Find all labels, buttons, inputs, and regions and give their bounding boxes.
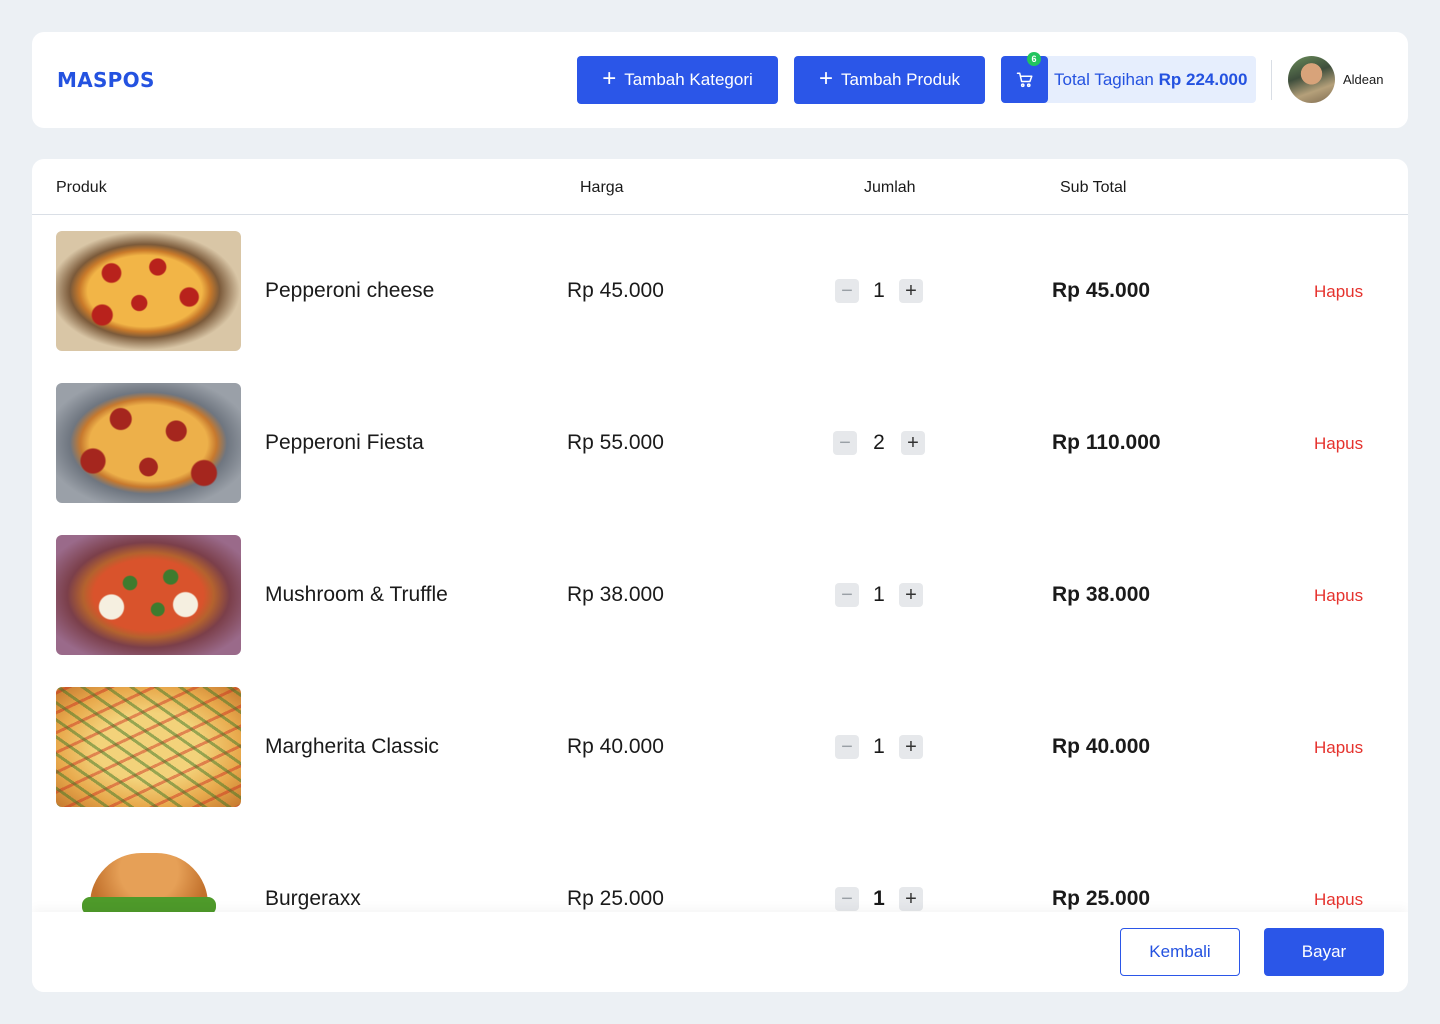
product-name: Mushroom & Truffle [265, 583, 448, 606]
table-footer: Kembali Bayar [32, 912, 1408, 992]
product-image [56, 231, 241, 351]
total-bill-amount: Rp 224.000 [1158, 69, 1248, 89]
remove-item-button[interactable]: Hapus [1314, 890, 1363, 910]
minus-icon: − [841, 280, 853, 302]
quantity-value: 2 [873, 431, 885, 454]
increment-button[interactable]: + [899, 583, 923, 607]
row-subtotal: Rp 40.000 [1052, 735, 1151, 758]
column-header-produk: Produk [56, 179, 107, 196]
decrement-button[interactable]: − [835, 279, 859, 303]
top-bar: MASPOS + Tambah Kategori + Tambah Produk… [32, 32, 1408, 128]
product-image [56, 383, 241, 503]
decrement-button[interactable]: − [835, 583, 859, 607]
product-name: Pepperoni cheese [265, 279, 435, 302]
product-name: Burgeraxx [265, 887, 361, 910]
cart-table-panel: Produk Harga Jumlah Sub Total Pepperoni … [32, 159, 1408, 992]
pay-button[interactable]: Bayar [1264, 928, 1384, 976]
plus-icon: + [818, 65, 833, 92]
plus-icon: + [602, 65, 617, 92]
product-image [56, 687, 241, 807]
decrement-button[interactable]: − [835, 735, 859, 759]
quantity-value: 1 [873, 735, 885, 758]
table-row: Pepperoni cheese Rp 45.000 − 1 + Rp 45.0… [32, 231, 1408, 351]
plus-icon: + [905, 888, 917, 910]
total-bill: Total Tagihan Rp 224.000 [1054, 70, 1247, 90]
table-row: Margherita Classic Rp 40.000 − 1 + Rp 40… [32, 687, 1408, 807]
decrement-button[interactable]: − [835, 887, 859, 911]
quantity-value: 1 [873, 279, 885, 302]
row-subtotal: Rp 45.000 [1052, 279, 1151, 302]
increment-button[interactable]: + [899, 887, 923, 911]
user-name[interactable]: Aldean [1343, 72, 1383, 87]
add-product-label: Tambah Produk [840, 70, 961, 89]
column-header-jumlah: Jumlah [864, 179, 916, 196]
quantity-value: 1 [873, 583, 885, 606]
remove-item-button[interactable]: Hapus [1314, 738, 1363, 758]
plus-icon: + [905, 736, 917, 758]
product-name: Pepperoni Fiesta [265, 431, 424, 454]
total-bill-label: Total Tagihan [1054, 69, 1154, 89]
table-row: Pepperoni Fiesta Rp 55.000 − 2 + Rp 110.… [32, 383, 1408, 503]
decrement-button[interactable]: − [833, 431, 857, 455]
product-price: Rp 45.000 [567, 279, 664, 302]
increment-button[interactable]: + [901, 431, 925, 455]
cart-icon [1016, 72, 1032, 87]
header-divider [1271, 60, 1272, 100]
product-price: Rp 40.000 [567, 735, 664, 758]
avatar[interactable] [1288, 56, 1335, 103]
brand-logo[interactable]: MASPOS [57, 68, 155, 92]
quantity-value: 1 [873, 887, 885, 910]
increment-button[interactable]: + [899, 735, 923, 759]
column-header-subtotal: Sub Total [1060, 179, 1127, 196]
back-button[interactable]: Kembali [1120, 928, 1240, 976]
product-image [56, 535, 241, 655]
plus-icon: + [907, 432, 919, 454]
add-product-button[interactable]: + Tambah Produk [794, 56, 985, 104]
row-subtotal: Rp 38.000 [1052, 583, 1151, 606]
product-price: Rp 55.000 [567, 431, 664, 454]
row-subtotal: Rp 110.000 [1052, 431, 1161, 454]
cart-count-badge: 6 [1027, 52, 1041, 66]
plus-icon: + [905, 584, 917, 606]
remove-item-button[interactable]: Hapus [1314, 434, 1363, 454]
product-price: Rp 25.000 [567, 887, 664, 910]
add-category-button[interactable]: + Tambah Kategori [577, 56, 778, 104]
remove-item-button[interactable]: Hapus [1314, 282, 1363, 302]
cart-button[interactable]: 6 [1001, 52, 1048, 103]
minus-icon: − [841, 736, 853, 758]
product-name: Margherita Classic [265, 735, 439, 758]
table-header: Produk Harga Jumlah Sub Total [32, 159, 1408, 215]
table-row: Mushroom & Truffle Rp 38.000 − 1 + Rp 38… [32, 535, 1408, 655]
product-price: Rp 38.000 [567, 583, 664, 606]
minus-icon: − [841, 888, 853, 910]
remove-item-button[interactable]: Hapus [1314, 586, 1363, 606]
increment-button[interactable]: + [899, 279, 923, 303]
add-category-label: Tambah Kategori [624, 70, 753, 89]
column-header-harga: Harga [580, 179, 624, 196]
row-subtotal: Rp 25.000 [1052, 887, 1151, 910]
cart-summary[interactable]: 6 Total Tagihan Rp 224.000 [1001, 52, 1256, 103]
plus-icon: + [905, 280, 917, 302]
minus-icon: − [841, 584, 853, 606]
minus-icon: − [839, 432, 851, 454]
